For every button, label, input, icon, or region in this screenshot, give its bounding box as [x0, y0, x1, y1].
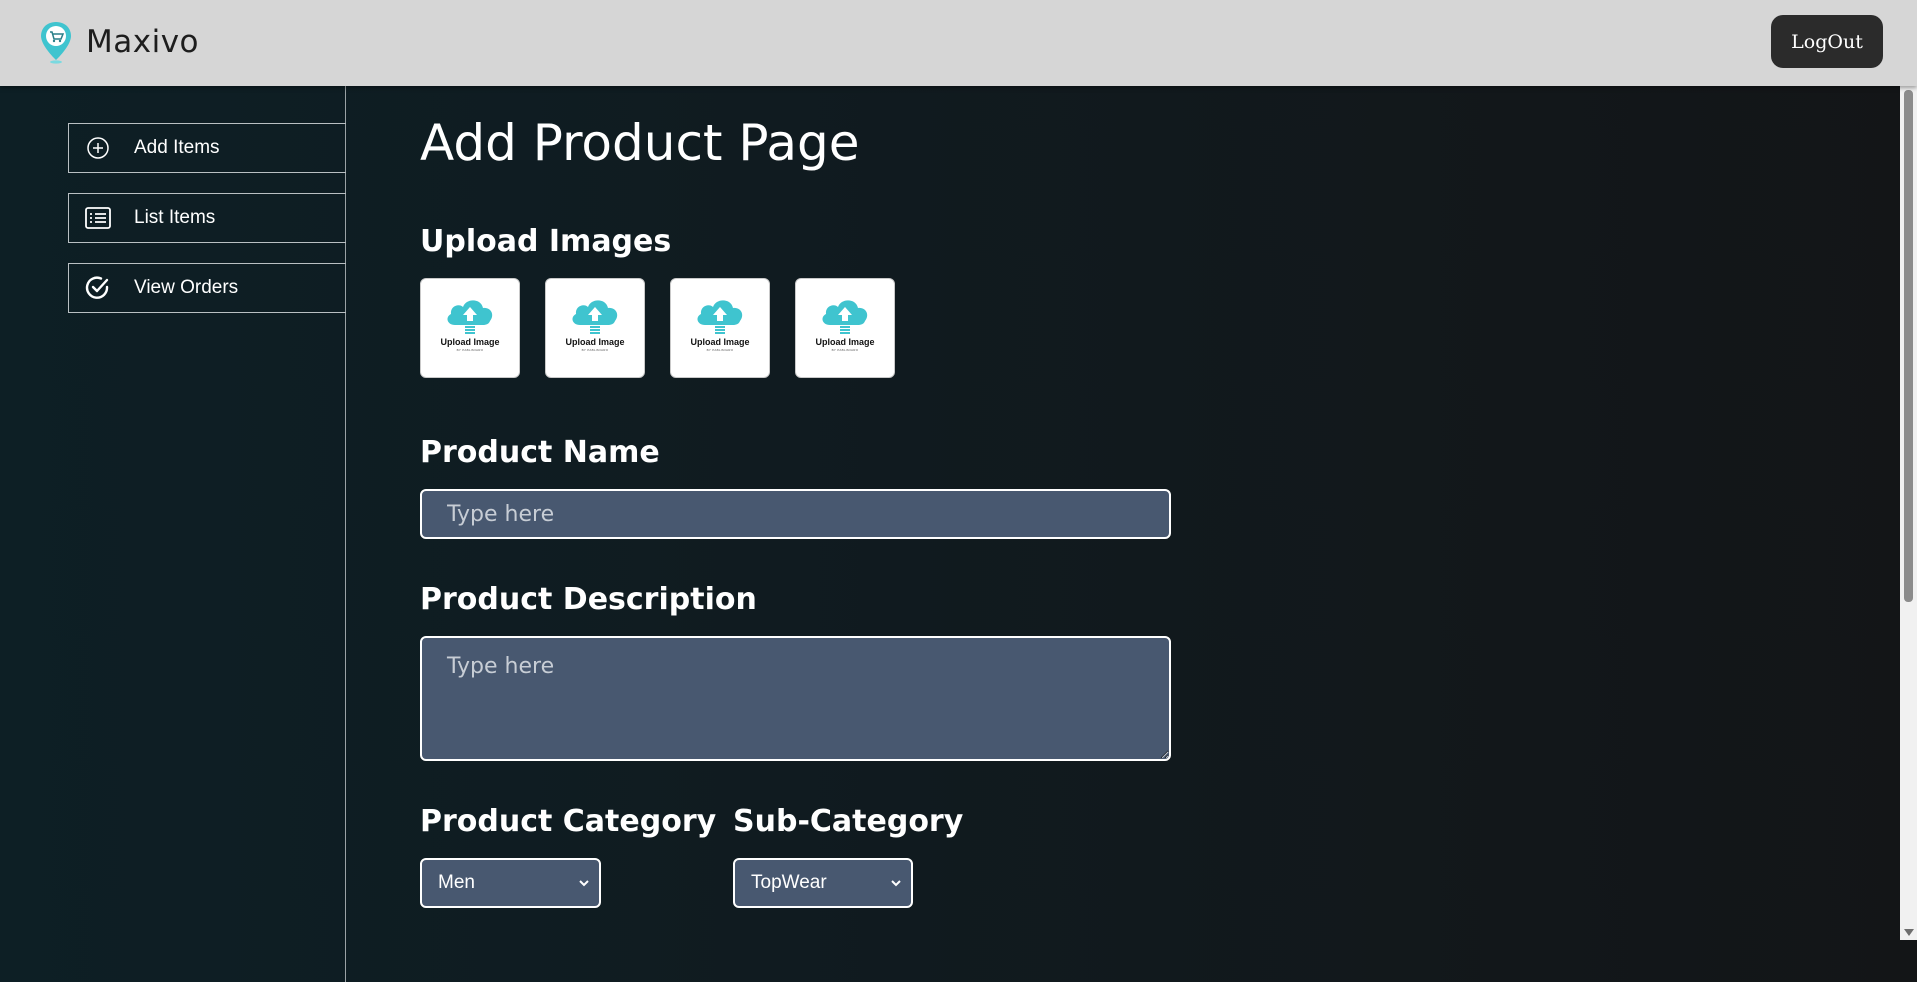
scroll-down-icon[interactable] — [1904, 929, 1914, 936]
upload-image-slot-1[interactable]: Upload Image BY PABLIMIARO — [420, 278, 520, 378]
upload-image-slot-2[interactable]: Upload Image BY PABLIMIARO — [545, 278, 645, 378]
top-bar: Maxivo LogOut — [0, 0, 1917, 86]
upload-image-subtext: BY PABLIMIARO — [831, 348, 859, 352]
upload-images-label: Upload Images — [420, 224, 672, 259]
upload-image-text: Upload Image — [690, 337, 750, 347]
product-category-select[interactable]: Men — [420, 858, 601, 908]
cloud-upload-icon — [697, 300, 743, 334]
check-circle-icon — [85, 275, 111, 301]
sidebar-item-label: Add Items — [134, 137, 220, 158]
sidebar: Add Items List Items View Orders — [0, 86, 346, 982]
cloud-upload-icon — [822, 300, 868, 334]
sidebar-item-label: List Items — [134, 207, 216, 228]
upload-image-text: Upload Image — [815, 337, 875, 347]
upload-image-text: Upload Image — [565, 337, 625, 347]
upload-image-slot-4[interactable]: Upload Image BY PABLIMIARO — [795, 278, 895, 378]
product-description-label: Product Description — [420, 582, 757, 617]
page-body: Add Items List Items View Orders Add Pro… — [0, 86, 1917, 982]
brand-name: Maxivo — [86, 24, 200, 60]
scrollbar-thumb[interactable] — [1904, 90, 1913, 602]
sub-category-value: TopWear — [751, 872, 827, 893]
upload-image-subtext: BY PABLIMIARO — [706, 348, 734, 352]
page-scrollbar[interactable] — [1900, 86, 1917, 940]
chevron-down-icon — [579, 880, 589, 887]
upload-image-text: Upload Image — [440, 337, 500, 347]
sidebar-item-list-items[interactable]: List Items — [68, 193, 346, 243]
product-category-label: Product Category — [420, 804, 717, 839]
upload-image-subtext: BY PABLIMIARO — [456, 348, 484, 352]
list-icon — [85, 205, 111, 231]
upload-image-subtext: BY PABLIMIARO — [581, 348, 609, 352]
logo-icon — [38, 20, 74, 64]
cloud-upload-icon — [447, 300, 493, 334]
chevron-down-icon — [891, 880, 901, 887]
plus-circle-icon — [85, 135, 111, 161]
upload-image-slot-3[interactable]: Upload Image BY PABLIMIARO — [670, 278, 770, 378]
product-name-input[interactable] — [420, 489, 1171, 539]
logout-button[interactable]: LogOut — [1771, 15, 1883, 68]
sidebar-item-view-orders[interactable]: View Orders — [68, 263, 346, 313]
sidebar-item-add-items[interactable]: Add Items — [68, 123, 346, 173]
product-description-textarea[interactable] — [420, 636, 1171, 761]
product-category-value: Men — [438, 872, 475, 893]
page-title: Add Product Page — [420, 114, 860, 172]
sub-category-select[interactable]: TopWear — [733, 858, 913, 908]
cloud-upload-icon — [572, 300, 618, 334]
product-name-label: Product Name — [420, 435, 660, 470]
brand[interactable]: Maxivo — [38, 20, 199, 64]
sub-category-label: Sub-Category — [733, 804, 964, 839]
sidebar-item-label: View Orders — [134, 277, 239, 298]
